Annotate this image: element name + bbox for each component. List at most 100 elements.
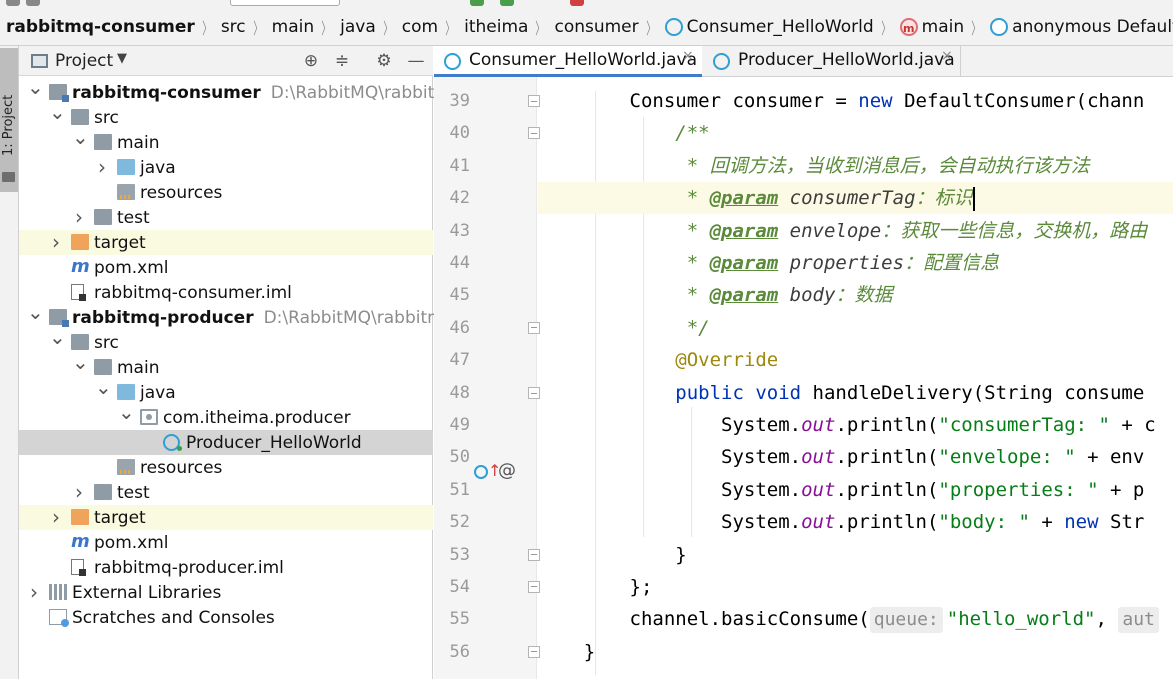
tree-item[interactable]: m pom.xml [19,530,433,555]
code-token: * [538,284,710,307]
chevron-down-icon[interactable]: ⌄ [49,327,66,355]
code-line[interactable]: } [538,539,1173,571]
code-line[interactable]: }; [538,571,1173,603]
code-line[interactable]: public void handleDelivery(String consum… [538,377,1173,409]
close-icon[interactable]: × [941,48,953,64]
chevron-right-icon: 〉 [321,18,331,38]
tree-item[interactable]: Producer_HelloWorld [19,430,433,455]
code-token: * [538,252,710,274]
code-line[interactable]: System.out.println("envelope: " + env [538,441,1173,473]
code-line[interactable]: System.out.println("consumerTag: " + c [538,409,1173,441]
editor-tab[interactable]: Consumer_HelloWorld.java × [434,46,702,77]
tree-item[interactable]: ⌄ java [19,377,433,405]
chevron-right-icon[interactable]: › [72,480,86,505]
scratches-icon [49,609,69,627]
line-number: 40 [449,123,470,144]
code-line[interactable]: * @param consumerTag：标识 [538,182,1173,215]
code-line[interactable]: */ [538,312,1173,344]
code-token: out [801,478,836,501]
run-config-selector[interactable] [230,0,340,6]
line-number: 51 [449,479,470,500]
chevron-down-icon[interactable]: ⌄ [95,377,112,405]
chevron-right-icon[interactable]: › [49,230,63,255]
chevron-right-icon[interactable]: › [49,505,63,530]
code-line[interactable]: * 回调方法，当收到消息后，会自动执行该方法 [538,150,1173,182]
tree-item[interactable]: Scratches and Consoles [19,605,433,630]
chevron-down-icon[interactable]: ⌄ [27,302,44,330]
breadcrumb-label: src [220,16,246,37]
debug-icon[interactable] [500,0,514,6]
chevron-down-icon[interactable]: ⌄ [118,402,135,430]
collapse-all-icon[interactable]: ≑ [331,50,353,72]
project-tool-tab[interactable]: 1: Project [0,48,18,192]
module-folder-icon [49,309,69,327]
code-line[interactable]: * @param properties：配置信息 [538,247,1173,279]
code-line[interactable]: } [538,636,1173,668]
code-line[interactable]: /** [538,117,1173,149]
run-icon[interactable] [470,0,484,6]
chevron-down-icon[interactable]: ⌄ [49,102,66,130]
tree-item[interactable]: › java [19,155,433,180]
tree-item[interactable]: › target [19,230,433,255]
tree-item[interactable]: ⌄ main [19,127,433,155]
code-line[interactable]: channel.basicConsume(queue: "hello_world"… [538,603,1173,635]
tree-item[interactable]: › target [19,505,433,530]
project-view-selector[interactable]: Project [55,51,113,71]
code-area[interactable]: Consumer consumer = new DefaultConsumer(… [538,77,1173,679]
implements-method-icon[interactable] [474,465,488,479]
tree-item[interactable]: rabbitmq-consumer.iml [19,280,433,305]
breadcrumb-item[interactable]: java [340,8,376,45]
tree-item[interactable]: › test [19,205,433,230]
breadcrumb-item[interactable]: m main [899,8,964,45]
breadcrumb-item[interactable]: main [272,8,314,45]
breadcrumb-item[interactable]: com [402,8,438,45]
breadcrumb-item[interactable]: rabbitmq-consumer [6,8,195,45]
code-line[interactable]: * @param envelope：获取一些信息，交换机，路由 [538,215,1173,247]
code-line[interactable]: * @param body：数据 [538,279,1173,311]
breadcrumb-item[interactable]: itheima [464,8,528,45]
chevron-down-icon[interactable]: ⌄ [27,77,44,105]
code-line[interactable]: Consumer consumer = new DefaultConsumer(… [538,85,1173,117]
close-icon[interactable]: × [682,48,694,64]
breadcrumb-item[interactable]: anonymous DefaultConsumer [990,8,1173,45]
tree-item[interactable]: ⌄ main [19,352,433,380]
tree-item-label: pom.xml [94,533,169,553]
toolbar-icon[interactable] [6,0,20,6]
tree-item[interactable]: resources [19,455,433,480]
tree-item[interactable]: resources [19,180,433,205]
tree-item[interactable]: ⌄ rabbitmq-consumer D:\RabbitMQ\rabbitmq-c [19,77,477,105]
code-line[interactable]: System.out.println("properties: " + p [538,474,1173,506]
gear-icon[interactable]: ⚙ [373,50,395,72]
stop-icon[interactable] [570,0,584,6]
tree-item[interactable]: ⌄ rabbitmq-producer D:\RabbitMQ\rabbitmq-p [19,302,471,330]
tree-item-label: test [117,208,150,228]
tree-item[interactable]: ⌄ com.itheima.producer [19,402,433,430]
chevron-right-icon[interactable]: › [95,155,109,180]
folder-icon [94,484,112,500]
code-line[interactable]: System.out.println("body: " + new Str [538,506,1173,538]
tree-item[interactable]: › External Libraries [19,580,433,605]
annotation-icon[interactable]: @ [498,460,516,481]
chevron-right-icon[interactable]: › [27,580,41,605]
chevron-down-icon[interactable]: ⌄ [72,127,89,155]
breadcrumb-label: anonymous DefaultConsumer [1012,16,1173,37]
breadcrumb-item[interactable]: src [220,8,246,45]
editor-tab[interactable]: Producer_HelloWorld.java × [703,46,961,77]
chevron-down-icon[interactable]: ▼ [117,51,127,66]
toolbar-icon[interactable] [26,0,40,6]
resources-folder-icon [117,184,135,200]
breadcrumb-item[interactable]: Consumer_HelloWorld [664,8,874,45]
code-line[interactable]: @Override [538,344,1173,376]
hide-icon[interactable]: — [405,50,427,72]
method-icon: m [899,17,918,36]
tree-item[interactable]: › test [19,480,433,505]
iml-file-icon [71,559,86,576]
tree-item[interactable]: m pom.xml [19,255,433,280]
chevron-right-icon[interactable]: › [72,205,86,230]
tree-item[interactable]: rabbitmq-producer.iml [19,555,433,580]
breadcrumb-item[interactable]: consumer [554,8,638,45]
locate-icon[interactable]: ⊕ [300,50,322,72]
code-token: @param [709,187,779,210]
chevron-down-icon[interactable]: ⌄ [72,352,89,380]
line-number: 55 [449,609,470,630]
